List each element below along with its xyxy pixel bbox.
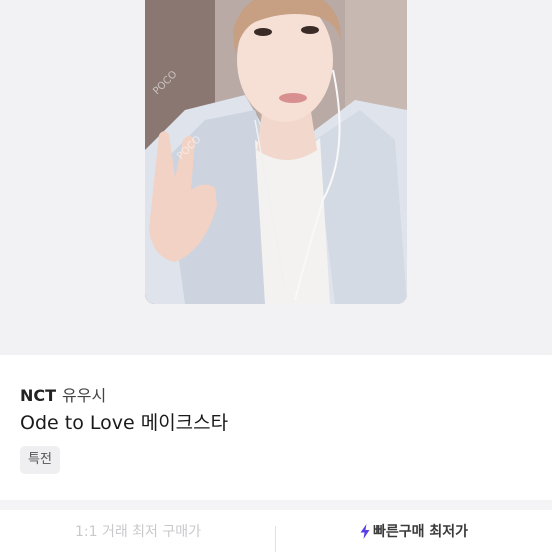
product-title: Ode to Love 메이크스타 (20, 412, 229, 434)
purchase-options-bar: 1:1 거래 최저 구매가 빠른구매 최저가 (0, 510, 552, 552)
brand-line: NCT 유우시 (20, 382, 106, 406)
lightning-icon (360, 523, 370, 539)
brand-name[interactable]: NCT (20, 386, 56, 405)
p2p-lowest-price-label: 1:1 거래 최저 구매가 (74, 524, 202, 540)
product-image-area: POCO POCO (0, 0, 552, 355)
p2p-lowest-price-tab[interactable]: 1:1 거래 최저 구매가 (0, 510, 276, 552)
product-info: NCT 유우시 Ode to Love 메이크스타 특전 (0, 355, 552, 500)
product-tag: 특전 (20, 446, 60, 474)
quick-buy-lowest-price-label: 빠른구매 최저가 (372, 524, 469, 540)
member-name: 유우시 (62, 386, 107, 405)
product-photo[interactable]: POCO POCO (145, 0, 407, 304)
product-detail-page: POCO POCO NCT 유우시 Ode to Love 메이크스타 특전 1:… (0, 0, 552, 552)
quick-buy-lowest-price-tab[interactable]: 빠른구매 최저가 (276, 510, 552, 552)
section-divider (0, 500, 552, 510)
